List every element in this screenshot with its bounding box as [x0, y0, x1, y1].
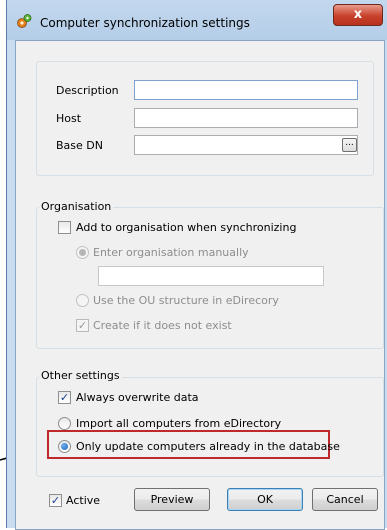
dialog-body: Description Host Base DN ... Organisatio…	[15, 40, 385, 530]
organisation-name-input[interactable]	[98, 266, 324, 286]
use-ou-structure-radio[interactable]	[76, 294, 89, 307]
title-bar: Computer synchronization settings x	[7, 0, 387, 40]
create-if-missing-checkbox[interactable]: ✓	[76, 319, 89, 332]
always-overwrite-checkbox[interactable]: ✓	[58, 391, 71, 404]
dialog-window: Computer synchronization settings x Desc…	[6, 0, 387, 530]
active-checkbox[interactable]: ✓	[49, 494, 62, 507]
import-all-radio[interactable]	[58, 417, 71, 430]
organisation-legend: Organisation	[39, 200, 114, 213]
preview-button[interactable]: Preview	[134, 488, 210, 511]
only-update-existing-radio[interactable]	[58, 440, 71, 453]
add-to-organisation-checkbox[interactable]	[58, 221, 71, 234]
only-update-existing-label[interactable]: Only update computers already in the dat…	[76, 440, 340, 453]
import-all-label[interactable]: Import all computers from eDirectory	[76, 417, 281, 430]
host-input[interactable]	[134, 108, 358, 128]
description-label: Description	[56, 84, 119, 97]
active-label[interactable]: Active	[66, 494, 100, 507]
browse-base-dn-button[interactable]: ...	[342, 138, 357, 152]
create-if-missing-label[interactable]: Create if it does not exist	[93, 319, 232, 332]
add-to-organisation-label[interactable]: Add to organisation when synchronizing	[76, 221, 296, 234]
close-icon: x	[353, 7, 363, 22]
base-dn-input[interactable]	[134, 135, 358, 155]
host-label: Host	[56, 112, 82, 125]
other-settings-legend: Other settings	[39, 369, 122, 382]
base-dn-label: Base DN	[56, 139, 103, 152]
enter-manually-radio[interactable]	[76, 246, 89, 259]
sync-settings-icon	[17, 14, 32, 28]
close-button[interactable]: x	[333, 4, 383, 26]
cancel-button[interactable]: Cancel	[312, 488, 378, 511]
ok-button[interactable]: OK	[227, 488, 303, 511]
enter-manually-label[interactable]: Enter organisation manually	[93, 246, 249, 259]
description-input[interactable]	[134, 80, 358, 100]
always-overwrite-label[interactable]: Always overwrite data	[76, 391, 199, 404]
use-ou-structure-label[interactable]: Use the OU structure in eDirecory	[93, 294, 279, 307]
window-title: Computer synchronization settings	[40, 16, 250, 30]
